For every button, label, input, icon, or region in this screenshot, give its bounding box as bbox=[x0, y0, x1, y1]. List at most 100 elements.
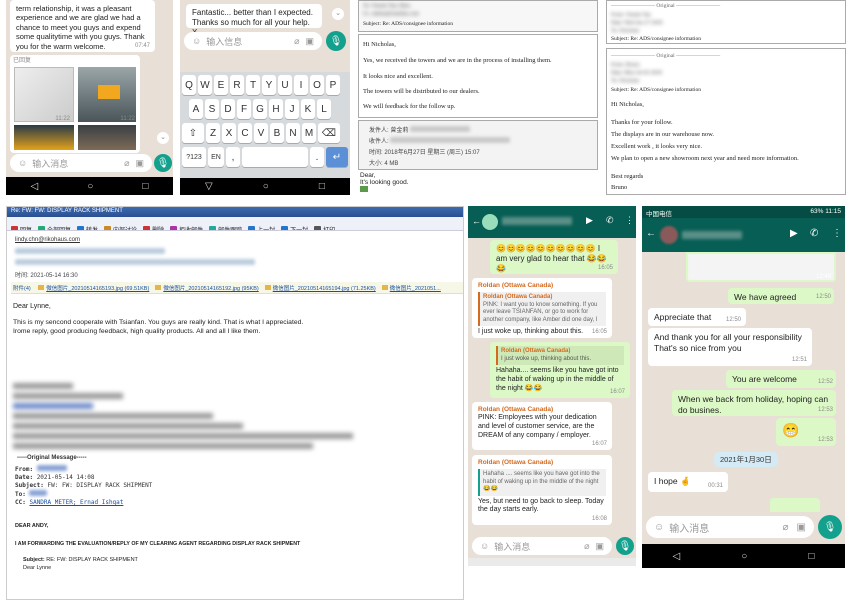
home-icon[interactable]: ○ bbox=[741, 551, 747, 562]
toolbar-button[interactable]: 邮件跟踪 bbox=[209, 225, 242, 230]
mic-button[interactable]: 🎙 bbox=[616, 537, 634, 555]
toolbar-button[interactable]: 下一封 bbox=[281, 225, 308, 230]
video-icon[interactable]: ▶ bbox=[790, 228, 798, 239]
video-icon[interactable]: ▶ bbox=[586, 215, 593, 226]
key-o[interactable]: O bbox=[310, 75, 324, 95]
shift-key[interactable]: ⇧ bbox=[182, 123, 204, 143]
photo-thumbnail[interactable] bbox=[78, 67, 136, 122]
comma-key[interactable]: , bbox=[226, 147, 240, 167]
message-input[interactable]: ☺ 输入消息 ⌀ ▣ bbox=[472, 537, 612, 555]
back-icon[interactable]: ◁ bbox=[31, 181, 39, 192]
key-k[interactable]: K bbox=[301, 99, 315, 119]
symbols-key[interactable]: ?123 bbox=[182, 147, 206, 167]
key-s[interactable]: S bbox=[205, 99, 219, 119]
key-n[interactable]: N bbox=[286, 123, 300, 143]
camera-icon[interactable]: ▣ bbox=[797, 522, 806, 533]
email-quote-2: ———————— Original ———————— From: Bruno D… bbox=[606, 48, 846, 195]
toolbar-button[interactable]: 全部回复 bbox=[38, 225, 71, 230]
attachment-item[interactable]: 微信图片_20210514165194.jpg (71.25KB) bbox=[264, 285, 376, 292]
key-g[interactable]: G bbox=[253, 99, 267, 119]
key-e[interactable]: E bbox=[214, 75, 228, 95]
chat-title[interactable] bbox=[682, 231, 742, 239]
emoji-icon[interactable]: ☺ bbox=[654, 522, 664, 533]
from-line[interactable]: lindy.chn@rikohaus.com bbox=[15, 237, 80, 243]
key-f[interactable]: F bbox=[237, 99, 251, 119]
key-i[interactable]: I bbox=[294, 75, 308, 95]
phone-icon[interactable]: ✆ bbox=[810, 228, 818, 239]
camera-icon[interactable]: ▣ bbox=[135, 158, 144, 169]
mic-button[interactable]: 🎙 bbox=[818, 515, 842, 539]
attach-icon[interactable]: ⌀ bbox=[584, 541, 589, 552]
toolbar-button[interactable]: 删除 bbox=[143, 225, 164, 230]
message-input[interactable]: ☺ 输入信息 ⌀ ▣ bbox=[184, 32, 322, 50]
recents-icon[interactable]: □ bbox=[142, 181, 148, 192]
key-u[interactable]: U bbox=[278, 75, 292, 95]
scroll-down-button[interactable]: ⌄ bbox=[332, 8, 344, 20]
attachment-item[interactable]: 微信图片_20210514165193.jpg (69.51KB) bbox=[38, 285, 149, 292]
key-h[interactable]: H bbox=[269, 99, 283, 119]
scroll-down-button[interactable]: ⌄ bbox=[157, 132, 169, 144]
avatar[interactable] bbox=[482, 214, 498, 230]
attachment-item[interactable]: 微信图片_20210514165192.jpg (95KB) bbox=[155, 285, 259, 292]
back-arrow-icon[interactable]: ← bbox=[646, 228, 656, 239]
toolbar-button[interactable]: 打印 bbox=[314, 225, 335, 230]
key-m[interactable]: M bbox=[302, 123, 316, 143]
message-text: Appreciate that bbox=[654, 312, 712, 322]
key-z[interactable]: Z bbox=[206, 123, 220, 143]
key-d[interactable]: D bbox=[221, 99, 235, 119]
message-input[interactable]: ☺ 输入消息 ⌀ ▣ bbox=[10, 154, 152, 172]
toolbar-button[interactable]: 转发 bbox=[77, 225, 98, 230]
phone-icon[interactable]: ✆ bbox=[606, 215, 614, 226]
emoji-icon[interactable]: ☺ bbox=[480, 541, 489, 551]
key-l[interactable]: L bbox=[317, 99, 331, 119]
key-c[interactable]: C bbox=[238, 123, 252, 143]
home-icon[interactable]: ○ bbox=[263, 181, 269, 192]
period-key[interactable]: . bbox=[310, 147, 324, 167]
enter-key[interactable]: ↵ bbox=[326, 147, 348, 167]
back-icon[interactable]: ▽ bbox=[205, 181, 213, 192]
toolbar-button[interactable]: 拒收邮件 bbox=[170, 225, 203, 230]
back-icon[interactable]: ◁ bbox=[673, 551, 681, 562]
attach-icon[interactable]: ⌀ bbox=[124, 158, 129, 169]
back-arrow-icon[interactable]: ← bbox=[472, 216, 481, 226]
key-q[interactable]: Q bbox=[182, 75, 196, 95]
home-icon[interactable]: ○ bbox=[87, 181, 93, 192]
mic-button[interactable]: 🎙 bbox=[326, 31, 346, 51]
key-v[interactable]: V bbox=[254, 123, 268, 143]
mic-button[interactable]: 🎙 bbox=[154, 154, 172, 172]
key-y[interactable]: Y bbox=[262, 75, 276, 95]
emoji-icon[interactable]: ☺ bbox=[18, 158, 27, 168]
toolbar-button[interactable]: 上一封 bbox=[248, 225, 275, 230]
attach-icon[interactable]: ⌀ bbox=[783, 522, 789, 533]
attach-icon[interactable]: ⌀ bbox=[294, 36, 299, 47]
photo-thumbnail[interactable] bbox=[78, 125, 136, 150]
camera-icon[interactable]: ▣ bbox=[595, 541, 604, 552]
key-r[interactable]: R bbox=[230, 75, 244, 95]
key-x[interactable]: X bbox=[222, 123, 236, 143]
key-a[interactable]: A bbox=[189, 99, 203, 119]
toolbar-button[interactable]: 回复 bbox=[11, 225, 32, 230]
key-p[interactable]: P bbox=[326, 75, 340, 95]
lang-key[interactable]: EN bbox=[208, 147, 224, 167]
key-w[interactable]: W bbox=[198, 75, 212, 95]
space-key[interactable] bbox=[242, 147, 308, 167]
key-j[interactable]: J bbox=[285, 99, 299, 119]
attachment-item[interactable]: 微信图片_2021051... bbox=[381, 285, 441, 292]
image-message[interactable]: 12:49 bbox=[686, 252, 836, 282]
chat-title[interactable] bbox=[502, 217, 572, 225]
backspace-key[interactable]: ⌫ bbox=[318, 123, 340, 143]
photo-thumbnail[interactable] bbox=[14, 67, 74, 122]
key-b[interactable]: B bbox=[270, 123, 284, 143]
recents-icon[interactable]: □ bbox=[808, 551, 814, 562]
menu-icon[interactable]: ⋮ bbox=[625, 215, 634, 226]
toolbar-button[interactable]: 内部讨论 bbox=[104, 225, 137, 230]
recents-icon[interactable]: □ bbox=[319, 181, 325, 192]
menu-icon[interactable]: ⋮ bbox=[832, 228, 842, 239]
key-t[interactable]: T bbox=[246, 75, 260, 95]
avatar[interactable] bbox=[660, 226, 678, 244]
photo-thumbnail[interactable] bbox=[14, 125, 74, 150]
emoji-icon[interactable]: ☺ bbox=[192, 36, 201, 46]
camera-icon[interactable]: ▣ bbox=[305, 36, 314, 47]
message-input[interactable]: ☺ 输入消息 ⌀ ▣ bbox=[646, 516, 814, 538]
attachment-label[interactable]: 附件(4) bbox=[13, 286, 31, 292]
